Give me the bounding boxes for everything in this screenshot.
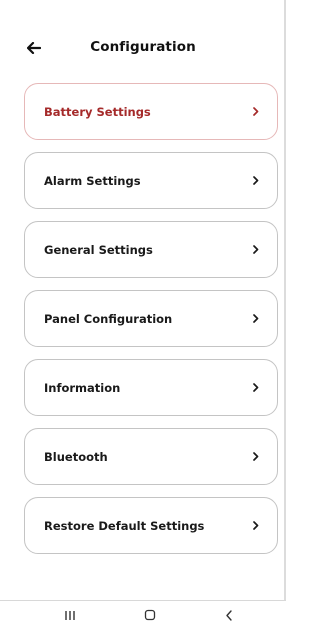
recent-apps-button[interactable] xyxy=(56,605,84,625)
chevron-right-icon xyxy=(252,452,260,462)
menu-item-general-settings[interactable]: General Settings xyxy=(24,221,278,278)
menu-item-bluetooth[interactable]: Bluetooth xyxy=(24,428,278,485)
menu-item-alarm-settings[interactable]: Alarm Settings xyxy=(24,152,278,209)
chevron-right-icon xyxy=(252,383,260,393)
screen-edge xyxy=(284,0,286,629)
home-button[interactable] xyxy=(136,605,164,625)
header: Configuration xyxy=(0,30,286,66)
menu-item-label: Information xyxy=(44,380,121,395)
menu-item-panel-configuration[interactable]: Panel Configuration xyxy=(24,290,278,347)
menu-item-label: General Settings xyxy=(44,242,153,257)
menu-item-label: Panel Configuration xyxy=(44,311,173,326)
recent-apps-icon xyxy=(65,610,75,620)
back-icon xyxy=(226,609,232,621)
menu-item-label: Battery Settings xyxy=(44,104,151,119)
chevron-right-icon xyxy=(252,107,260,117)
chevron-right-icon xyxy=(252,521,260,531)
menu-item-information[interactable]: Information xyxy=(24,359,278,416)
menu-item-label: Alarm Settings xyxy=(44,173,141,188)
menu-item-restore-default-settings[interactable]: Restore Default Settings xyxy=(24,497,278,554)
chevron-right-icon xyxy=(252,245,260,255)
menu-item-label: Restore Default Settings xyxy=(44,518,205,533)
home-icon xyxy=(144,609,156,621)
menu-item-label: Bluetooth xyxy=(44,449,108,464)
menu-item-battery-settings[interactable]: Battery Settings xyxy=(24,83,278,140)
settings-list: Battery Settings Alarm Settings General … xyxy=(24,83,278,566)
page-title: Configuration xyxy=(90,39,196,55)
system-nav-bar xyxy=(0,600,286,629)
chevron-right-icon xyxy=(252,314,260,324)
chevron-right-icon xyxy=(252,176,260,186)
nav-back-button[interactable] xyxy=(215,605,243,625)
